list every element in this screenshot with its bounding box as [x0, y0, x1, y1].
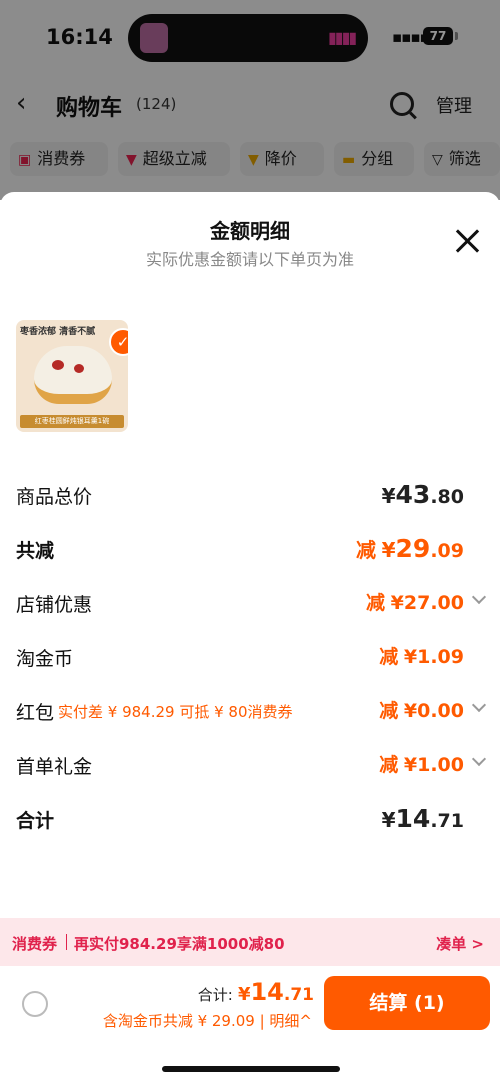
select-all-radio[interactable]	[22, 991, 48, 1017]
row-label: 店铺优惠	[16, 594, 93, 616]
close-icon[interactable]	[455, 228, 481, 254]
currency-symbol: ¥	[390, 592, 404, 614]
amount-int: 14	[395, 804, 431, 833]
coupon-tag: 消费券	[12, 935, 58, 953]
add-items-link[interactable]: 凑单 >	[436, 933, 484, 954]
row-label: 淘金币	[16, 648, 74, 670]
row-amount: 减 ¥1.09	[379, 642, 464, 669]
footer-total: 合计: ¥14.71	[198, 978, 314, 1006]
row-label: 商品总价	[16, 486, 93, 508]
amount-int: 1	[417, 754, 431, 776]
reduce-prefix: 减	[379, 646, 399, 668]
row-first-gift[interactable]: 首单礼金 减 ¥1.00	[16, 746, 487, 786]
row-total-reduce: 共减 减 ¥29.09	[16, 530, 484, 570]
amount-int: 0	[417, 700, 431, 722]
reduce-prefix: 减	[356, 538, 377, 562]
currency-symbol: ¥	[381, 538, 396, 562]
chevron-down-icon[interactable]	[471, 589, 487, 605]
product-thumbnail[interactable]: 枣香浓郁 清香不腻 红枣桂圆鲜炖银耳羹1碗 ✓	[16, 320, 128, 432]
row-label: 合计	[16, 810, 55, 832]
currency-symbol: ¥	[381, 484, 396, 508]
row-shop-discount[interactable]: 店铺优惠 减 ¥27.00	[16, 584, 487, 624]
amount-int: 43	[395, 480, 431, 509]
dim-overlay[interactable]	[0, 0, 500, 200]
amount-dec: .71	[430, 810, 464, 832]
amount-int: 27	[403, 592, 431, 614]
row-amount: 减 ¥29.09	[356, 534, 464, 563]
amount-dec: .71	[283, 985, 314, 1005]
row-amount: ¥14.71	[382, 804, 464, 833]
currency-symbol: ¥	[403, 646, 418, 668]
chevron-down-icon[interactable]	[471, 751, 487, 767]
reduce-prefix: 减	[366, 592, 386, 614]
chevron-down-icon[interactable]	[471, 697, 487, 713]
currency-symbol: ¥	[381, 808, 396, 832]
row-amount: 减 ¥27.00	[366, 588, 464, 615]
detail-toggle[interactable]: 含淘金币共减 ¥ 29.09 | 明细^	[103, 1010, 312, 1031]
product-footer-text: 红枣桂圆鲜炖银耳羹1碗	[20, 415, 124, 428]
row-label: 红包	[16, 702, 55, 724]
amount-dec: .09	[430, 646, 464, 668]
currency-symbol: ¥	[403, 700, 418, 722]
bowl-image	[34, 346, 112, 404]
check-icon[interactable]: ✓	[109, 328, 128, 356]
row-red-packet[interactable]: 红包 实付差 ¥ 984.29 可抵 ¥ 80消费券 减 ¥0.00	[16, 692, 487, 732]
row-amount: 减 ¥1.00	[379, 750, 464, 777]
sheet-subtitle: 实际优惠金额请以下单页为准	[145, 250, 354, 269]
amount-int: 14	[250, 978, 284, 1006]
amount-int: 1	[417, 646, 431, 668]
amount-detail-sheet: 金额明细 实际优惠金额请以下单页为准 枣香浓郁 清香不腻 红枣桂圆鲜炖银耳羹1碗…	[0, 192, 500, 1084]
coupon-bar[interactable]: 消费券 再实付984.29享满1000减80 凑单 >	[0, 918, 500, 966]
currency-symbol: ¥	[403, 754, 418, 776]
row-label: 共减	[16, 540, 55, 562]
checkout-button[interactable]: 结算 (1)	[324, 976, 490, 1030]
reduce-prefix: 减	[379, 754, 399, 776]
product-banner-text: 枣香浓郁 清香不腻	[20, 327, 96, 337]
coupon-text: 再实付984.29享满1000减80	[74, 935, 285, 953]
amount-dec: .09	[430, 540, 464, 562]
row-amount: 减 ¥0.00	[379, 696, 464, 723]
total-amount: ¥14.71	[237, 978, 314, 1006]
amount-dec: .80	[430, 486, 464, 508]
currency-symbol: ¥	[237, 984, 251, 1005]
divider	[66, 934, 67, 950]
total-label: 合计:	[197, 986, 233, 1004]
sheet-title: 金额明细	[210, 219, 290, 243]
home-indicator	[162, 1066, 340, 1072]
amount-dec: .00	[430, 700, 464, 722]
amount-dec: .00	[430, 592, 464, 614]
row-label: 首单礼金	[16, 756, 93, 778]
red-packet-note: 实付差 ¥ 984.29 可抵 ¥ 80消费券	[58, 703, 293, 721]
row-gold-coin: 淘金币 减 ¥1.09	[16, 638, 484, 678]
checkout-footer: 合计: ¥14.71 含淘金币共减 ¥ 29.09 | 明细^ 结算 (1)	[0, 966, 500, 1084]
reduce-prefix: 减	[379, 700, 399, 722]
amount-dec: .00	[430, 754, 464, 776]
amount-int: 29	[395, 534, 431, 563]
row-total-price: 商品总价 ¥43.80	[16, 476, 484, 516]
row-amount: ¥43.80	[382, 480, 464, 509]
row-sum: 合计 ¥14.71	[16, 800, 484, 840]
